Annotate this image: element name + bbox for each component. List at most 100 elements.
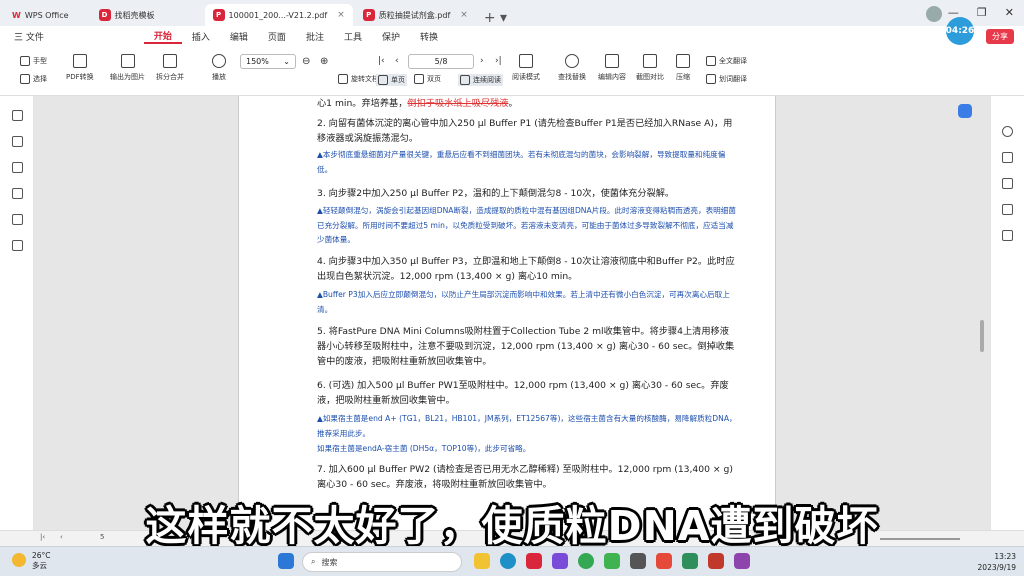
note-6b: 如果宿主菌是endA-宿主菌 (DH5α，TOP10等)，此步可省略。 xyxy=(317,444,531,453)
tab-pdf-kit[interactable]: P 质粒抽提试剂盒.pdf × xyxy=(355,4,476,26)
menu-tools[interactable]: 工具 xyxy=(334,30,372,43)
close-icon[interactable]: × xyxy=(460,10,468,20)
layers-icon[interactable] xyxy=(12,240,23,251)
split-merge-button[interactable]: 拆分合并 xyxy=(156,54,184,82)
hand-tool-button[interactable]: 手型 xyxy=(20,56,47,66)
weather-sun-icon xyxy=(12,553,26,567)
weather-widget[interactable]: 26°C 多云 xyxy=(12,551,51,571)
page-number-input[interactable]: 5/8 xyxy=(408,54,474,69)
translate-word-icon xyxy=(706,74,716,84)
edge-icon[interactable] xyxy=(500,553,516,569)
play-button[interactable]: 播放 xyxy=(212,54,226,82)
cursor-icon xyxy=(20,74,30,84)
menu-edit[interactable]: 编辑 xyxy=(220,30,258,43)
app-icon[interactable] xyxy=(656,553,672,569)
system-tray-clock[interactable]: 13:23 2023/9/19 xyxy=(978,551,1016,573)
menu-annotate[interactable]: 批注 xyxy=(296,30,334,43)
last-page-button[interactable]: ›| xyxy=(495,56,502,66)
full-translate-button[interactable]: 全文翻译 xyxy=(706,56,747,66)
app-icon[interactable] xyxy=(682,553,698,569)
share-button[interactable]: 分享 xyxy=(986,29,1014,44)
page-value: 5/8 xyxy=(434,57,448,66)
menu-insert[interactable]: 插入 xyxy=(182,30,220,43)
find-replace-button[interactable]: 查找替换 xyxy=(558,54,586,82)
tab-wps-office[interactable]: W WPS Office xyxy=(4,4,77,26)
crop-icon xyxy=(643,54,657,68)
double-page-button[interactable]: 双页 xyxy=(414,74,441,84)
properties-icon[interactable] xyxy=(1002,230,1013,241)
strikethrough-text: 倒扣于吸水纸上吸尽残液 xyxy=(407,98,509,109)
vertical-scrollbar[interactable] xyxy=(980,320,984,352)
rotate-doc-button[interactable]: 旋转文档 xyxy=(338,74,379,84)
search-icon[interactable] xyxy=(1002,126,1013,137)
continuous-read-button[interactable]: 连续阅读 xyxy=(458,74,503,86)
label: 旋转文档 xyxy=(351,75,379,83)
app-icon[interactable] xyxy=(630,553,646,569)
weather-desc: 多云 xyxy=(32,561,47,570)
select-tool-button[interactable]: 选择 xyxy=(20,74,47,84)
step-7: 7. 加入600 µl Buffer PW2 (请检查是否已用无水乙醇稀释) 至… xyxy=(317,464,733,490)
menu-file[interactable]: 三 文件 xyxy=(4,30,54,43)
export-image-button[interactable]: 输出为图片 xyxy=(110,54,145,82)
single-page-icon xyxy=(378,75,388,85)
file-explorer-icon[interactable] xyxy=(474,553,490,569)
pdf-icon: P xyxy=(362,9,375,21)
menu-home[interactable]: 开始 xyxy=(143,29,182,44)
restore-icon[interactable]: ❐ xyxy=(977,6,987,19)
pdf-convert-button[interactable]: PDF转换 xyxy=(66,54,94,82)
menu-page[interactable]: 页面 xyxy=(258,30,296,43)
tab-pdf-active[interactable]: P 100001_200...-V21.2.pdf × xyxy=(204,4,353,26)
image-icon xyxy=(120,54,135,68)
export-panel-icon[interactable] xyxy=(1002,204,1013,215)
menu-convert[interactable]: 转换 xyxy=(410,30,448,43)
rotate-icon xyxy=(338,74,348,84)
new-tab-button[interactable]: + ▾ xyxy=(478,10,513,26)
zoom-out-button[interactable]: ⊖ xyxy=(302,56,310,67)
app-icon[interactable] xyxy=(708,553,724,569)
prev-page-button[interactable]: ‹ xyxy=(395,56,399,66)
label: PDF转换 xyxy=(66,73,94,81)
bookmark-icon[interactable] xyxy=(12,110,23,121)
tab-bar: W WPS Office D 找稻壳模板 P 100001_200...-V21… xyxy=(0,0,1024,26)
menu-protect[interactable]: 保护 xyxy=(372,30,410,43)
taskbar-search[interactable]: ⌕ 搜索 xyxy=(302,552,462,572)
tab-templates[interactable]: D 找稻壳模板 xyxy=(91,4,163,26)
tray-date: 2023/9/19 xyxy=(977,563,1016,572)
windows-start-icon[interactable] xyxy=(278,553,294,569)
split-icon xyxy=(163,54,177,68)
zoom-in-button[interactable]: ⊕ xyxy=(320,56,328,67)
next-page-button[interactable]: › xyxy=(480,56,484,66)
tab-label: WPS Office xyxy=(24,10,69,20)
wechat-icon[interactable] xyxy=(604,553,620,569)
label: 输出为图片 xyxy=(110,73,145,81)
read-mode-button[interactable]: 阅读模式 xyxy=(512,54,540,82)
thumbnail-icon[interactable] xyxy=(12,136,23,147)
close-window-icon[interactable]: ✕ xyxy=(1005,6,1014,19)
first-page-button[interactable]: |‹ xyxy=(378,56,385,66)
zoom-select[interactable]: 150% ⌄ xyxy=(240,54,296,69)
ai-assistant-icon[interactable] xyxy=(958,104,972,118)
close-icon[interactable]: × xyxy=(337,10,345,20)
continuous-icon xyxy=(460,75,470,85)
settings-icon[interactable] xyxy=(1002,178,1013,189)
attachment-icon[interactable] xyxy=(12,188,23,199)
app-icon[interactable] xyxy=(734,553,750,569)
edit-content-button[interactable]: 编辑内容 xyxy=(598,54,626,82)
signature-icon[interactable] xyxy=(12,214,23,225)
label: 压缩 xyxy=(676,73,690,81)
label: 阅读模式 xyxy=(512,73,540,81)
compress-button[interactable]: 压缩 xyxy=(676,54,690,82)
menu-bar: 三 文件 开始 插入 编辑 页面 批注 工具 保护 转换 xyxy=(0,26,1024,46)
edit-panel-icon[interactable] xyxy=(1002,152,1013,163)
wps-taskbar-icon[interactable] xyxy=(526,553,542,569)
comment-icon[interactable] xyxy=(12,162,23,173)
tab-label: 找稻壳模板 xyxy=(114,10,155,20)
app-icon[interactable] xyxy=(552,553,568,569)
compress-icon xyxy=(676,54,690,68)
note-6a: ▲如果宿主菌是end A+ (TG1，BL21，HB101，JM系列，ET125… xyxy=(317,414,737,438)
avatar[interactable] xyxy=(926,6,942,22)
chrome-icon[interactable] xyxy=(578,553,594,569)
single-page-button[interactable]: 单页 xyxy=(376,74,407,86)
word-translate-button[interactable]: 划词翻译 xyxy=(706,74,747,84)
crop-compare-button[interactable]: 截图对比 xyxy=(636,54,664,82)
